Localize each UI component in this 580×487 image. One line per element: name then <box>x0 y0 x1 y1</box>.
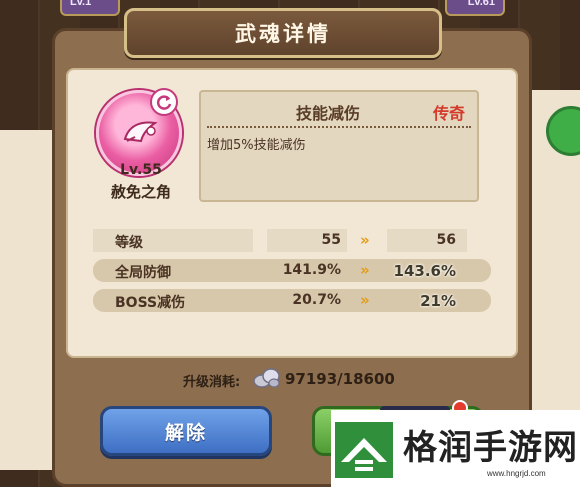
stat-old-value: 141.9% <box>282 262 341 278</box>
background-tab-left: Lv.1 <box>60 0 120 16</box>
background-tab-left-level: Lv.1 <box>70 0 92 8</box>
horn-glyph-icon <box>123 121 158 143</box>
stat-row-level: 等级 55 » 56 <box>93 229 491 252</box>
skill-rarity: 传奇 <box>432 104 465 123</box>
stat-label: BOSS减伤 <box>115 295 186 311</box>
double-chevron-right-icon: » <box>360 231 369 249</box>
stat-label: 全局防御 <box>115 265 171 281</box>
remove-button[interactable]: 解除 <box>100 406 272 456</box>
item-name: 赦免之角 <box>110 183 171 201</box>
skill-divider <box>207 126 471 128</box>
upgrade-cost-value: 97193/18600 <box>285 370 395 388</box>
skill-description: 增加5%技能减伤 <box>207 138 306 153</box>
dialog-title: 武魂详情 <box>235 22 331 46</box>
background-left-panel <box>0 130 55 470</box>
skill-name: 技能减伤 <box>296 104 361 123</box>
stat-label: 等级 <box>115 235 143 251</box>
stat-row-boss-reduction: BOSS减伤 20.7% » 21% <box>93 289 491 312</box>
stat-new-value: 56 <box>436 232 456 248</box>
double-chevron-right-icon: » <box>360 291 369 309</box>
dialog-title-plate: 武魂详情 <box>124 8 442 58</box>
background-tab-right-level: Lv.61 <box>467 0 495 8</box>
watermark: 格润手游网 www.hngrjd.com <box>331 410 580 487</box>
upgrade-cost-label: 升级消耗: <box>183 375 241 390</box>
refresh-icon[interactable] <box>150 88 178 116</box>
stat-old-value: 55 <box>321 232 341 248</box>
stat-new-value: 21% <box>420 292 456 310</box>
watermark-logo <box>335 422 393 478</box>
soul-gem-icon <box>253 368 280 388</box>
stat-new-value: 143.6% <box>393 262 456 280</box>
stat-row-global-defense: 全局防御 141.9% » 143.6% <box>93 259 491 282</box>
double-chevron-right-icon: » <box>360 261 369 279</box>
watermark-title: 格润手游网 <box>403 428 578 468</box>
background-tab-right: Lv.61 <box>445 0 505 16</box>
item-level: Lv.55 <box>120 162 162 178</box>
watermark-url: www.hngrjd.com <box>487 469 546 478</box>
stat-old-value: 20.7% <box>292 292 341 308</box>
skill-info-box: 技能减伤 传奇 增加5%技能减伤 <box>199 90 479 202</box>
